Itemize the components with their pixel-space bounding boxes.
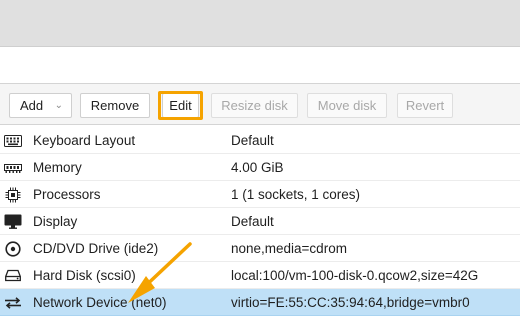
top-bar bbox=[0, 0, 520, 47]
hardware-toolbar: Add ⌄ Remove Edit Resize disk Move disk … bbox=[0, 83, 520, 125]
hardware-value: none,media=cdrom bbox=[231, 241, 347, 256]
table-row[interactable]: Processors 1 (1 sockets, 1 cores) bbox=[0, 181, 520, 208]
hardware-name: Network Device (net0) bbox=[33, 295, 167, 310]
table-row[interactable]: Keyboard Layout Default bbox=[0, 127, 520, 154]
chevron-down-icon: ⌄ bbox=[54, 100, 63, 111]
add-button[interactable]: Add ⌄ bbox=[9, 93, 72, 118]
table-row-selected[interactable]: Network Device (net0) virtio=FE:55:CC:35… bbox=[0, 289, 520, 316]
memory-icon bbox=[4, 154, 22, 181]
remove-button[interactable]: Remove bbox=[80, 93, 150, 118]
hard-disk-icon bbox=[4, 262, 22, 289]
table-row[interactable]: Hard Disk (scsi0) local:100/vm-100-disk-… bbox=[0, 262, 520, 289]
hardware-name: Keyboard Layout bbox=[33, 133, 136, 148]
hardware-value: local:100/vm-100-disk-0.qcow2,size=42G bbox=[231, 268, 479, 283]
move-disk-button[interactable]: Move disk bbox=[307, 93, 387, 118]
monitor-icon bbox=[4, 208, 22, 235]
network-icon bbox=[4, 289, 22, 316]
hardware-value: Default bbox=[231, 133, 274, 148]
revert-button[interactable]: Revert bbox=[397, 93, 453, 118]
hardware-name: CD/DVD Drive (ide2) bbox=[33, 241, 159, 256]
table-row[interactable]: CD/DVD Drive (ide2) none,media=cdrom bbox=[0, 235, 520, 262]
hardware-name: Hard Disk (scsi0) bbox=[33, 268, 136, 283]
hardware-value: virtio=FE:55:CC:35:94:64,bridge=vmbr0 bbox=[231, 295, 470, 310]
disc-icon bbox=[4, 235, 22, 262]
add-button-label: Add bbox=[20, 98, 44, 113]
hardware-value: 1 (1 sockets, 1 cores) bbox=[231, 187, 361, 202]
hardware-value: Default bbox=[231, 214, 274, 229]
hardware-name: Display bbox=[33, 214, 78, 229]
hardware-table: Keyboard Layout Default Memory 4.00 GiB … bbox=[0, 127, 520, 316]
table-row[interactable]: Memory 4.00 GiB bbox=[0, 154, 520, 181]
table-row[interactable]: Display Default bbox=[0, 208, 520, 235]
hardware-panel: Add ⌄ Remove Edit Resize disk Move disk … bbox=[0, 0, 520, 320]
resize-disk-button[interactable]: Resize disk bbox=[211, 93, 298, 118]
panel-header-space bbox=[0, 47, 520, 83]
hardware-value: 4.00 GiB bbox=[231, 160, 284, 175]
edit-button[interactable]: Edit bbox=[162, 93, 199, 118]
hardware-name: Memory bbox=[33, 160, 82, 175]
keyboard-icon bbox=[4, 127, 22, 154]
hardware-name: Processors bbox=[33, 187, 101, 202]
cpu-icon bbox=[4, 181, 22, 208]
